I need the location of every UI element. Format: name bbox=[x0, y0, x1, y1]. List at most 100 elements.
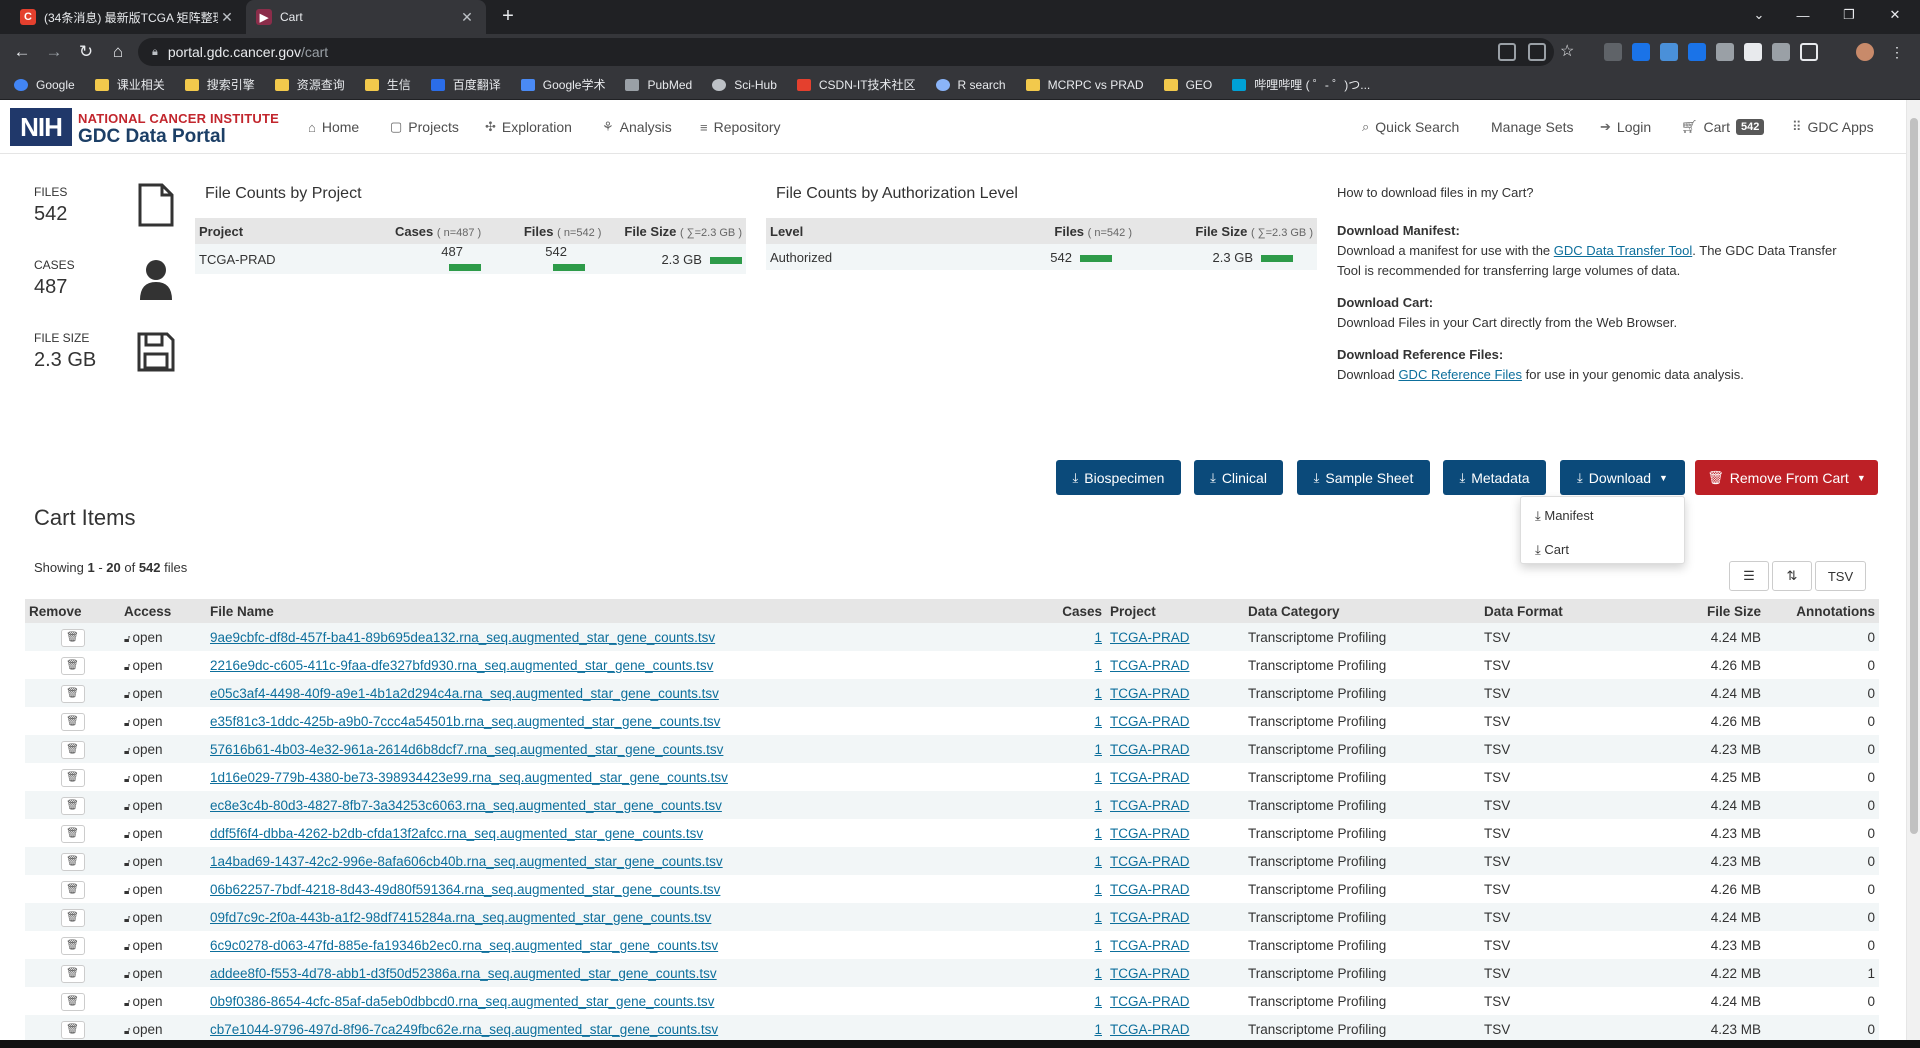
browser-tab-cart[interactable]: ▶ Cart ✕ bbox=[246, 0, 486, 34]
share-icon[interactable] bbox=[1528, 43, 1546, 61]
sample-sheet-button[interactable]: ⤓ Sample Sheet bbox=[1297, 460, 1430, 495]
cases-link[interactable]: 1 bbox=[1094, 882, 1102, 897]
address-bar[interactable]: 🔒︎ portal.gdc.cancer.gov/cart bbox=[138, 38, 1554, 66]
cases-link[interactable]: 1 bbox=[1094, 658, 1102, 673]
extension-icon[interactable] bbox=[1632, 43, 1650, 61]
extension-icon[interactable] bbox=[1716, 43, 1734, 61]
project-link[interactable]: TCGA-PRAD bbox=[1110, 854, 1190, 869]
file-name-link[interactable]: 1a4bad69-1437-42c2-996e-8afa606cb40b.rna… bbox=[210, 854, 723, 869]
col-cases[interactable]: Cases bbox=[1058, 599, 1106, 623]
translate-icon[interactable] bbox=[1498, 43, 1516, 61]
nih-logo[interactable]: NIH bbox=[10, 108, 72, 146]
nav-analysis[interactable]: ⚘ Analysis bbox=[602, 100, 672, 154]
project-link[interactable]: TCGA-PRAD bbox=[1110, 882, 1190, 897]
cases-link[interactable]: 1 bbox=[1094, 770, 1102, 785]
remove-from-cart-button[interactable]: 🗑︎ Remove From Cart ▼ bbox=[1695, 460, 1878, 495]
file-name-link[interactable]: 2216e9dc-c605-411c-9faa-dfe327bfd930.rna… bbox=[210, 658, 713, 673]
reference-files-link[interactable]: GDC Reference Files bbox=[1398, 367, 1522, 382]
file-name-link[interactable]: cb7e1044-9796-497d-8f96-7ca249fbc62e.rna… bbox=[210, 1022, 718, 1037]
new-tab-plus-icon[interactable]: + bbox=[496, 6, 520, 28]
bookmark-rsearch[interactable]: R search bbox=[935, 78, 1006, 92]
login-button[interactable]: ➔ Login bbox=[1600, 100, 1651, 154]
file-name-link[interactable]: ec8e3c4b-80d3-4827-8fb7-3a34253c6063.rna… bbox=[210, 798, 722, 813]
bookmark-folder[interactable]: 生信 bbox=[364, 76, 411, 93]
gdc-apps-button[interactable]: ⠿ GDC Apps bbox=[1792, 100, 1874, 154]
cases-link[interactable]: 1 bbox=[1094, 798, 1102, 813]
bookmark-folder[interactable]: GEO bbox=[1163, 78, 1212, 92]
trash-icon[interactable]: 🗑︎ bbox=[60, 936, 85, 955]
col-access[interactable]: Access bbox=[120, 599, 206, 623]
project-link[interactable]: TCGA-PRAD bbox=[1110, 910, 1190, 925]
minimize-icon[interactable]: — bbox=[1780, 0, 1826, 30]
quick-search-button[interactable]: ⌕ Quick Search bbox=[1362, 100, 1459, 154]
project-link[interactable]: TCGA-PRAD bbox=[1110, 714, 1190, 729]
project-link[interactable]: TCGA-PRAD bbox=[1110, 826, 1190, 841]
extension-icon[interactable] bbox=[1744, 43, 1762, 61]
bookmark-csdn[interactable]: CSDN-IT技术社区 bbox=[796, 76, 916, 93]
menu-kebab-icon[interactable]: ⋮ bbox=[1888, 43, 1906, 61]
sort-button[interactable]: ⇅ bbox=[1772, 561, 1812, 591]
biospecimen-button[interactable]: ⤓ Biospecimen bbox=[1056, 460, 1181, 495]
project-link[interactable]: TCGA-PRAD bbox=[1110, 798, 1190, 813]
side-panel-icon[interactable] bbox=[1800, 43, 1818, 61]
nav-repository[interactable]: ≡ Repository bbox=[700, 100, 781, 154]
trash-icon[interactable]: 🗑︎ bbox=[60, 656, 85, 675]
page-scrollbar[interactable] bbox=[1906, 100, 1920, 1048]
bookmark-folder[interactable]: 课业相关 bbox=[94, 76, 165, 93]
project-link[interactable]: TCGA-PRAD bbox=[1110, 966, 1190, 981]
cart-button[interactable]: 🛒︎ Cart 542 bbox=[1681, 100, 1765, 154]
extension-icon[interactable] bbox=[1604, 43, 1622, 61]
col-data-category[interactable]: Data Category bbox=[1244, 599, 1480, 623]
cases-link[interactable]: 1 bbox=[1094, 938, 1102, 953]
file-name-link[interactable]: 6c9c0278-d063-47fd-885e-fa19346b2ec0.rna… bbox=[210, 938, 718, 953]
download-dropdown-button[interactable]: ⤓ Download ▼ bbox=[1560, 460, 1685, 495]
bookmark-baidu-translate[interactable]: 百度翻译 bbox=[430, 76, 501, 93]
bookmark-scihub[interactable]: Sci-Hub bbox=[712, 78, 777, 92]
col-file-size[interactable]: File Size bbox=[1625, 599, 1765, 623]
project-link[interactable]: TCGA-PRAD bbox=[1110, 1022, 1190, 1037]
cases-link[interactable]: 1 bbox=[1094, 994, 1102, 1009]
project-link[interactable]: TCGA-PRAD bbox=[1110, 938, 1190, 953]
project-link[interactable]: TCGA-PRAD bbox=[1110, 994, 1190, 1009]
col-file-name[interactable]: File Name bbox=[206, 599, 1058, 623]
cases-link[interactable]: 1 bbox=[1094, 742, 1102, 757]
cases-link[interactable]: 1 bbox=[1094, 714, 1102, 729]
bookmark-google[interactable]: Google bbox=[14, 78, 75, 92]
cases-link[interactable]: 1 bbox=[1094, 854, 1102, 869]
project-link[interactable]: TCGA-PRAD bbox=[1110, 770, 1190, 785]
menu-item-manifest[interactable]: ⤓ Manifest bbox=[1535, 508, 1594, 524]
col-annotations[interactable]: Annotations bbox=[1765, 599, 1879, 623]
clinical-button[interactable]: ⤓ Clinical bbox=[1194, 460, 1283, 495]
bookmark-star-icon[interactable]: ☆ bbox=[1560, 43, 1578, 61]
file-name-link[interactable]: 1d16e029-779b-4380-be73-398934423e99.rna… bbox=[210, 770, 728, 785]
cases-link[interactable]: 1 bbox=[1094, 686, 1102, 701]
file-name-link[interactable]: 9ae9cbfc-df8d-457f-ba41-89b695dea132.rna… bbox=[210, 630, 715, 645]
bookmark-bilibili[interactable]: 哔哩哔哩 ( ゜- ゜)つ... bbox=[1232, 76, 1370, 93]
col-data-format[interactable]: Data Format bbox=[1480, 599, 1625, 623]
nav-home[interactable]: ⌂ Home bbox=[308, 100, 359, 154]
trash-icon[interactable]: 🗑︎ bbox=[60, 1020, 85, 1039]
trash-icon[interactable]: 🗑︎ bbox=[60, 740, 85, 759]
extension-icon[interactable] bbox=[1660, 43, 1678, 61]
back-arrow-icon[interactable]: ← bbox=[10, 40, 34, 64]
bookmark-folder[interactable]: 搜索引擎 bbox=[184, 76, 255, 93]
forward-arrow-icon[interactable]: → bbox=[42, 40, 66, 64]
trash-icon[interactable]: 🗑︎ bbox=[60, 768, 85, 787]
file-name-link[interactable]: 06b62257-7bdf-4218-8d43-49d80f591364.rna… bbox=[210, 882, 720, 897]
close-icon[interactable]: ✕ bbox=[458, 9, 476, 26]
trash-icon[interactable]: 🗑︎ bbox=[60, 824, 85, 843]
file-name-link[interactable]: e35f81c3-1ddc-425b-a9b0-7ccc4a54501b.rna… bbox=[210, 714, 720, 729]
col-project[interactable]: Project bbox=[1106, 599, 1244, 623]
restore-icon[interactable]: ❐ bbox=[1826, 0, 1872, 30]
manage-sets-button[interactable]: Manage Sets bbox=[1491, 100, 1574, 154]
browser-tab-csdn[interactable]: C (34条消息) 最新版TCGA 矩阵整理 ✕ bbox=[10, 0, 246, 34]
nav-projects[interactable]: ▢ Projects bbox=[390, 100, 459, 154]
cases-link[interactable]: 1 bbox=[1094, 630, 1102, 645]
trash-icon[interactable]: 🗑︎ bbox=[60, 964, 85, 983]
bookmark-folder[interactable]: MCRPC vs PRAD bbox=[1025, 78, 1144, 92]
project-link[interactable]: TCGA-PRAD bbox=[1110, 630, 1190, 645]
trash-icon[interactable]: 🗑︎ bbox=[60, 712, 85, 731]
file-name-link[interactable]: addee8f0-f553-4d78-abb1-d3f50d52386a.rna… bbox=[210, 966, 717, 981]
bookmark-pubmed[interactable]: PubMed bbox=[625, 78, 692, 92]
bookmark-folder[interactable]: 资源查询 bbox=[274, 76, 345, 93]
